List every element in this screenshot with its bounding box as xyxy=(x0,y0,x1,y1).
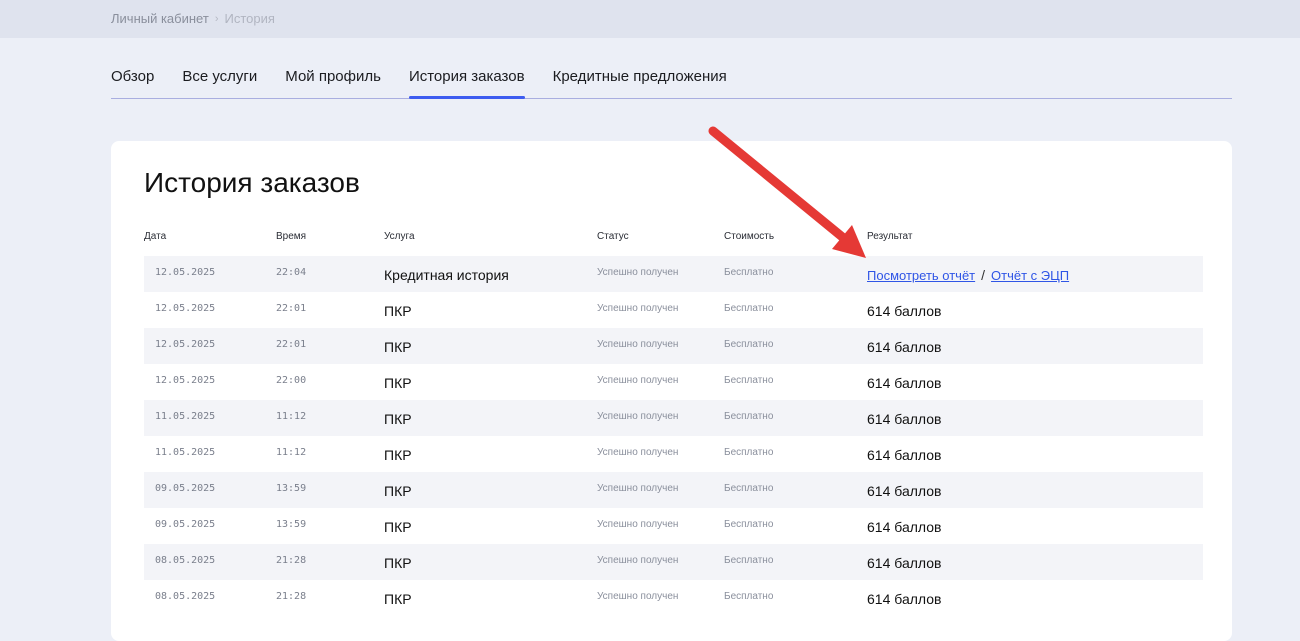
row-time: 21:28 xyxy=(276,555,307,566)
row-status: Успешно получен xyxy=(597,591,679,602)
breadcrumb-current: История xyxy=(224,11,275,26)
row-service: ПКР xyxy=(384,591,412,607)
row-time: 22:04 xyxy=(276,267,307,278)
row-status: Успешно получен xyxy=(597,303,679,314)
table-row: 12.05.2025 22:01 ПКР Успешно получен Бесплат… xyxy=(144,292,1203,328)
table-body: 12.05.2025 22:04 Кредитная история Успешно … xyxy=(144,256,1203,616)
row-date: 12.05.2025 xyxy=(155,339,216,350)
row-cost: Бесплатно xyxy=(724,339,774,350)
breadcrumb: Личный кабинет › История xyxy=(111,11,275,26)
table-row: 12.05.2025 22:00 ПКР Успешно получен Бесплат… xyxy=(144,364,1203,400)
top-bar: Личный кабинет › История xyxy=(0,0,1300,38)
row-cost: Бесплатно xyxy=(724,555,774,566)
table-row: 09.05.2025 13:59 ПКР Успешно получен Бесплат… xyxy=(144,472,1203,508)
row-time: 22:00 xyxy=(276,375,307,386)
breadcrumb-separator: › xyxy=(214,12,219,25)
tab-overview[interactable]: Обзор xyxy=(111,60,154,98)
row-date: 11.05.2025 xyxy=(155,411,216,422)
table-row: 08.05.2025 21:28 ПКР Успешно получен Бесплат… xyxy=(144,544,1203,580)
row-service: ПКР xyxy=(384,483,412,499)
row-cost: Бесплатно xyxy=(724,591,774,602)
table-row: 11.05.2025 11:12 ПКР Успешно получен Бесплат… xyxy=(144,436,1203,472)
column-header-time: Время xyxy=(276,231,307,242)
table-row: 09.05.2025 13:59 ПКР Успешно получен Бесплат… xyxy=(144,508,1203,544)
row-cost: Бесплатно xyxy=(724,447,774,458)
tab-order-history[interactable]: История заказов xyxy=(408,60,525,99)
row-result: 614 баллов xyxy=(867,555,942,571)
row-status: Успешно получен xyxy=(597,519,679,530)
table-row: 12.05.2025 22:01 ПКР Успешно получен Бесплат… xyxy=(144,328,1203,364)
column-header-result: Результат xyxy=(867,231,913,242)
column-header-service: Услуга xyxy=(384,231,415,242)
row-cost: Бесплатно xyxy=(724,411,774,422)
table-row: 12.05.2025 22:04 Кредитная история Успешно … xyxy=(144,256,1203,292)
row-status: Успешно получен xyxy=(597,375,679,386)
row-cost: Бесплатно xyxy=(724,483,774,494)
row-service: Кредитная история xyxy=(384,267,509,283)
row-date: 08.05.2025 xyxy=(155,591,216,602)
row-result: 614 баллов xyxy=(867,303,942,319)
row-time: 11:12 xyxy=(276,411,307,422)
row-time: 13:59 xyxy=(276,483,307,494)
row-time: 21:28 xyxy=(276,591,307,602)
page-title: История заказов xyxy=(144,167,360,198)
row-service: ПКР xyxy=(384,303,412,319)
row-service: ПКР xyxy=(384,519,412,535)
row-status: Успешно получен xyxy=(597,483,679,494)
row-result: 614 баллов xyxy=(867,447,942,463)
row-cost: Бесплатно xyxy=(724,375,774,386)
row-time: 11:12 xyxy=(276,447,307,458)
row-time: 13:59 xyxy=(276,519,307,530)
row-result: 614 баллов xyxy=(867,411,942,427)
tab-credit-offers[interactable]: Кредитные предложения xyxy=(553,60,727,98)
row-date: 08.05.2025 xyxy=(155,555,216,566)
tab-bar: Обзор Все услуги Мой профиль История зак… xyxy=(111,60,1232,99)
view-report-link[interactable]: Посмотреть отчёт xyxy=(867,268,975,283)
links-separator: / xyxy=(981,267,986,283)
table-header: Дата Время Услуга Статус Стоимость Резул… xyxy=(144,231,1203,245)
row-time: 22:01 xyxy=(276,303,307,314)
row-date: 12.05.2025 xyxy=(155,375,216,386)
column-header-status: Статус xyxy=(597,231,629,242)
row-result: 614 баллов xyxy=(867,519,942,535)
row-status: Успешно получен xyxy=(597,555,679,566)
row-service: ПКР xyxy=(384,375,412,391)
row-date: 12.05.2025 xyxy=(155,303,216,314)
column-header-date: Дата xyxy=(144,231,167,242)
row-status: Успешно получен xyxy=(597,447,679,458)
tab-my-profile[interactable]: Мой профиль xyxy=(285,60,381,98)
table-row: 08.05.2025 21:28 ПКР Успешно получен Бесплат… xyxy=(144,580,1203,616)
column-header-cost: Стоимость xyxy=(724,231,775,242)
row-service: ПКР xyxy=(384,555,412,571)
row-date: 09.05.2025 xyxy=(155,519,216,530)
table-row: 11.05.2025 11:12 ПКР Успешно получен Бесплат… xyxy=(144,400,1203,436)
row-result: 614 баллов xyxy=(867,375,942,391)
row-result: 614 баллов xyxy=(867,339,942,355)
signed-report-link[interactable]: Отчёт с ЭЦП xyxy=(991,268,1069,283)
row-time: 22:01 xyxy=(276,339,307,350)
row-service: ПКР xyxy=(384,411,412,427)
row-date: 09.05.2025 xyxy=(155,483,216,494)
row-cost: Бесплатно xyxy=(724,303,774,314)
row-status: Успешно получен xyxy=(597,339,679,350)
breadcrumb-root-link[interactable]: Личный кабинет xyxy=(111,11,209,26)
row-result: 614 баллов xyxy=(867,591,942,607)
row-date: 11.05.2025 xyxy=(155,447,216,458)
row-cost: Бесплатно xyxy=(724,267,774,278)
row-date: 12.05.2025 xyxy=(155,267,216,278)
row-status: Успешно получен xyxy=(597,267,679,278)
row-result: Посмотреть отчёт / Отчёт с ЭЦП xyxy=(867,256,1069,292)
row-cost: Бесплатно xyxy=(724,519,774,530)
tab-all-services[interactable]: Все услуги xyxy=(182,60,257,98)
row-service: ПКР xyxy=(384,339,412,355)
order-history-card: История заказов Дата Время Услуга Статус… xyxy=(111,141,1232,641)
row-status: Успешно получен xyxy=(597,411,679,422)
row-result: 614 баллов xyxy=(867,483,942,499)
row-service: ПКР xyxy=(384,447,412,463)
